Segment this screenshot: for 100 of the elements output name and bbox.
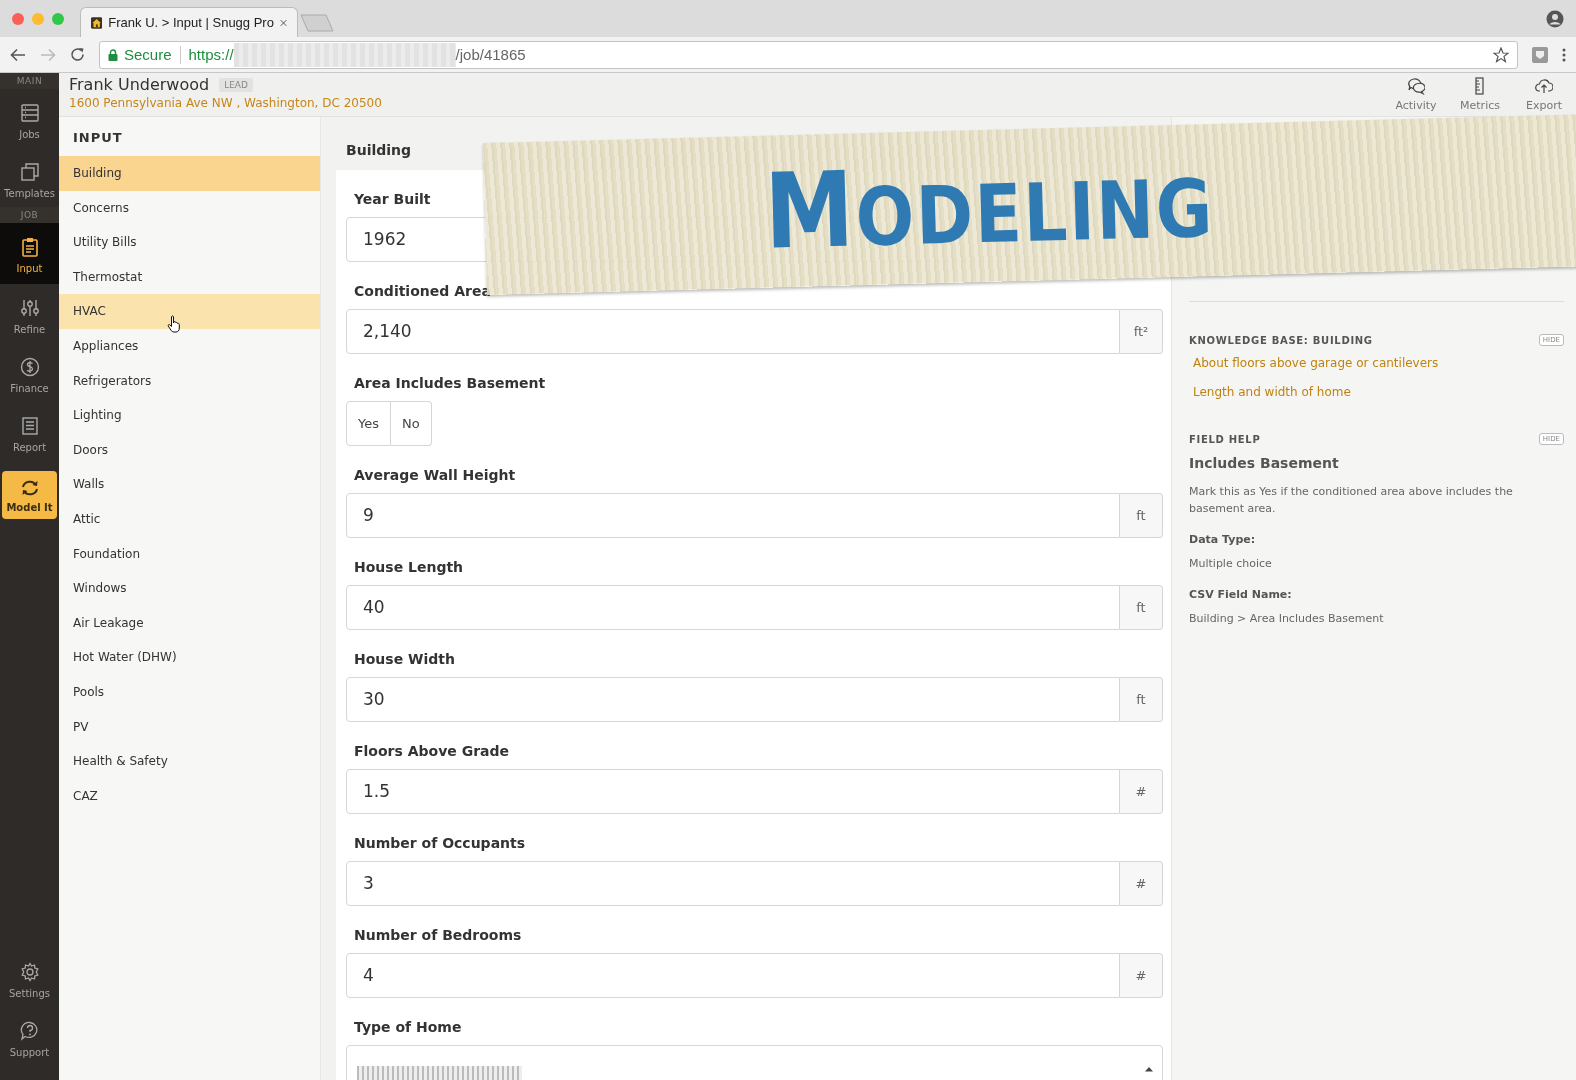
section-item[interactable]: Lighting xyxy=(59,398,320,433)
header-action-button[interactable]: Export xyxy=(1522,75,1566,114)
caret-icon xyxy=(1144,1065,1154,1072)
house-icon xyxy=(91,14,103,31)
unit-label: ft xyxy=(1120,677,1163,722)
section-item[interactable]: Building xyxy=(59,156,320,191)
panel-title: KNOWLEDGE BASE: BUILDING xyxy=(1189,334,1373,346)
section-item[interactable]: CAZ xyxy=(59,778,320,814)
url-text: /job/41865 xyxy=(455,46,526,63)
section-item[interactable]: Walls xyxy=(59,467,320,502)
menu-icon[interactable] xyxy=(1562,47,1566,62)
section-item[interactable]: Hot Water (DHW) xyxy=(59,640,320,675)
help-heading: Includes Basement xyxy=(1189,455,1340,471)
dollar-icon xyxy=(19,357,40,377)
nav-item[interactable]: Support xyxy=(0,1007,59,1080)
section-item[interactable]: Appliances xyxy=(59,328,320,364)
url-text: https:// xyxy=(188,46,234,63)
field-label: Average Wall Height xyxy=(354,466,517,485)
cloud-upload-icon xyxy=(1535,77,1553,95)
unit-label: ft xyxy=(1120,585,1163,630)
unit-label: ft xyxy=(1120,493,1163,538)
status-badge: LEAD xyxy=(219,77,253,92)
input-field[interactable]: 1.5 xyxy=(346,769,1120,814)
section-item[interactable]: PV xyxy=(59,709,320,745)
browser-tab[interactable]: Frank U. > Input | Snugg Pro xyxy=(80,7,298,37)
secure-label: Secure xyxy=(124,46,172,63)
detail-label: CSV Field Name: xyxy=(1189,588,1293,601)
field-label: Number of Occupants xyxy=(354,834,527,853)
option-button[interactable]: Yes xyxy=(346,401,391,446)
section-item[interactable]: HVAC xyxy=(59,294,320,329)
clipboard-icon xyxy=(19,237,40,257)
close-window-button[interactable] xyxy=(12,12,24,25)
input-field[interactable]: 30 xyxy=(346,677,1120,722)
nav-item[interactable]: Input xyxy=(0,223,59,284)
nav-item[interactable]: Report xyxy=(0,402,59,461)
lock-icon xyxy=(108,48,118,61)
zoom-window-button[interactable] xyxy=(52,12,64,25)
forward-icon[interactable] xyxy=(40,47,56,62)
detail-value: Multiple choice xyxy=(1189,557,1273,570)
sliders-icon xyxy=(19,298,40,318)
unit-label: # xyxy=(1120,861,1163,906)
detail-label: Data Type: xyxy=(1189,533,1257,546)
section-item[interactable]: Windows xyxy=(59,571,320,606)
document-icon xyxy=(19,416,40,436)
star-icon[interactable] xyxy=(1493,46,1509,63)
field-label: Type of Home xyxy=(354,1018,463,1037)
input-field[interactable]: 4 xyxy=(346,953,1120,998)
field-label: House Length xyxy=(354,558,465,577)
input-field[interactable]: 9 xyxy=(346,493,1120,538)
detail-value: Building > Area Includes Basement xyxy=(1189,612,1385,625)
help-text: Mark this as Yes if the conditioned area above includes the basement area. xyxy=(1189,484,1514,517)
nav-item[interactable]: Templates xyxy=(0,148,59,207)
field-label: Floors Above Grade xyxy=(354,742,511,761)
field-label: Year Built xyxy=(354,190,432,209)
address-bar[interactable]: Secure https:// /job/41865 xyxy=(99,40,1518,69)
back-icon[interactable] xyxy=(10,47,26,62)
field-label: Area Includes Basement xyxy=(354,374,547,393)
field-label: Number of Bedrooms xyxy=(354,926,523,945)
extension-icon[interactable] xyxy=(1532,46,1548,63)
field-label: Conditioned Area xyxy=(354,282,492,301)
copy-icon xyxy=(19,162,40,182)
model-it-button[interactable]: Model It xyxy=(2,471,57,519)
option-button[interactable]: No xyxy=(391,401,432,446)
pointer-cursor-icon xyxy=(167,315,181,333)
section-item[interactable]: Thermostat xyxy=(59,259,320,295)
section-item[interactable]: Doors xyxy=(59,432,320,468)
settings-icon xyxy=(19,962,40,982)
panel-title: FIELD HELP xyxy=(1189,433,1261,445)
section-item[interactable]: Health & Safety xyxy=(59,744,320,779)
help-icon xyxy=(19,1021,40,1041)
section-item[interactable]: Utility Bills xyxy=(59,225,320,260)
section-item[interactable]: Concerns xyxy=(59,190,320,226)
input-field[interactable]: 3 xyxy=(346,861,1120,906)
nav-item[interactable]: Jobs xyxy=(0,89,59,148)
section-item[interactable]: Refrigerators xyxy=(59,363,320,399)
input-field[interactable]: 40 xyxy=(346,585,1120,630)
address-text: 1600 Pennsylvania Ave NW , Washington, DC 20500 xyxy=(69,96,382,110)
section-item[interactable]: Foundation xyxy=(59,536,320,572)
nav-item[interactable]: Refine xyxy=(0,284,59,343)
nav-item[interactable]: Finance xyxy=(0,343,59,402)
header-action-button[interactable]: Metrics xyxy=(1458,75,1502,114)
section-item[interactable]: Air Leakage xyxy=(59,605,320,641)
chat-icon xyxy=(1407,77,1425,95)
profile-icon[interactable] xyxy=(1546,9,1564,28)
nav-item[interactable]: Settings xyxy=(0,948,59,1007)
reload-icon[interactable] xyxy=(70,47,85,62)
section-label: MAIN xyxy=(0,73,59,89)
section-label: JOB xyxy=(0,207,59,223)
header-action-button[interactable]: Activity xyxy=(1394,75,1438,114)
select-field[interactable] xyxy=(346,1045,1163,1080)
section-title: INPUT xyxy=(72,129,124,147)
input-field[interactable]: 2,140 xyxy=(346,309,1120,354)
section-heading: Building xyxy=(346,142,413,158)
unit-label: # xyxy=(1120,769,1163,814)
section-item[interactable]: Attic xyxy=(59,501,320,537)
close-icon[interactable] xyxy=(279,17,287,28)
section-item[interactable]: Pools xyxy=(59,674,320,710)
new-tab-button[interactable] xyxy=(300,14,334,32)
field-label: House Width xyxy=(354,650,456,669)
unit-label: # xyxy=(1120,953,1163,998)
